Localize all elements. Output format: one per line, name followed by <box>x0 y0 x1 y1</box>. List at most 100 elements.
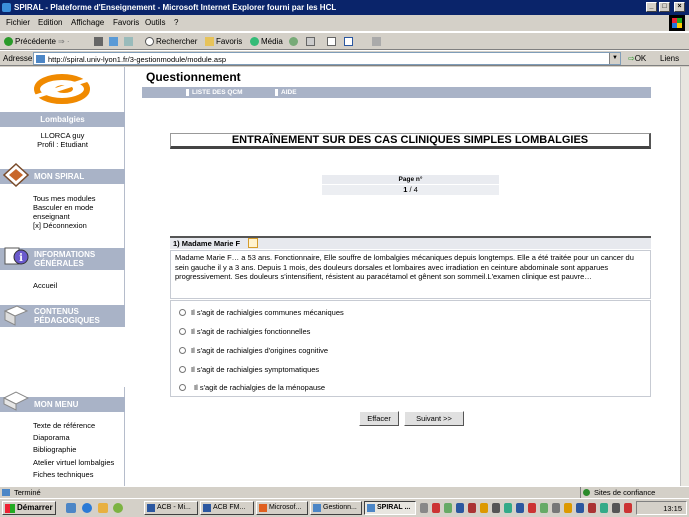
tray-icon[interactable] <box>480 503 488 513</box>
address-url[interactable]: http://spiral.univ-lyon1.fr/3-gestionmod… <box>48 55 226 64</box>
diamond-icon <box>3 163 29 187</box>
word-icon[interactable] <box>344 37 353 46</box>
search-button[interactable]: Rechercher <box>156 37 197 46</box>
word-icon <box>147 504 155 512</box>
link-accueil[interactable]: Accueil <box>33 281 57 290</box>
menu-help[interactable]: ? <box>174 18 178 27</box>
status-text: Terminé <box>14 488 41 497</box>
go-button[interactable]: ⇨OK <box>628 54 646 63</box>
tray-icon[interactable] <box>588 503 596 513</box>
question-text: Madame Marie F… a 53 ans. Fonctionnaire,… <box>170 250 651 299</box>
close-button[interactable]: × <box>674 2 685 12</box>
folder-icon[interactable] <box>98 503 108 513</box>
tray-icon[interactable] <box>468 503 476 513</box>
tray-icon[interactable] <box>528 503 536 513</box>
mail-icon[interactable] <box>306 37 315 46</box>
menu-favoris[interactable]: Favoris <box>113 18 139 27</box>
favorites-button[interactable]: Favoris <box>216 37 242 46</box>
ie-quicklaunch-icon[interactable] <box>66 503 76 513</box>
task-microsoft[interactable]: Microsof... <box>256 501 308 515</box>
nav-separator <box>275 89 278 96</box>
menu-affichage[interactable]: Affichage <box>71 18 104 27</box>
radio-button[interactable] <box>179 328 186 335</box>
section-contenus-line2: PÉDAGOGIQUES <box>34 316 100 325</box>
address-input[interactable]: http://spiral.univ-lyon1.fr/3-gestionmod… <box>33 52 621 65</box>
tray-icon[interactable] <box>456 503 464 513</box>
answer-list: Il s'agit de rachialgies communes mécani… <box>170 300 651 397</box>
favorites-icon[interactable] <box>205 37 214 46</box>
radio-button[interactable] <box>179 309 186 316</box>
taskbar: Démarrer ACB - Mi... ACB FM... Microsof.… <box>0 498 689 517</box>
svg-text:i: i <box>19 253 23 264</box>
stop-icon[interactable] <box>94 37 103 46</box>
maximize-button[interactable]: □ <box>659 2 670 12</box>
tray-icon[interactable] <box>492 503 500 513</box>
tray-icon[interactable] <box>504 503 512 513</box>
vertical-scrollbar[interactable] <box>680 67 689 486</box>
menu-fichier[interactable]: Fichier <box>6 18 30 27</box>
minimize-button[interactable]: _ <box>646 2 657 12</box>
media-quicklaunch-icon[interactable] <box>113 503 123 513</box>
answer-option[interactable]: Il s'agit de rachialgies communes mécani… <box>179 308 344 318</box>
menu-outils[interactable]: Outils <box>145 18 165 27</box>
tray-icon[interactable] <box>564 503 572 513</box>
answer-option[interactable]: Il s'agit de rachialgies symptomatiques <box>179 365 319 375</box>
print-icon[interactable] <box>327 37 336 46</box>
task-acb-mi[interactable]: ACB - Mi... <box>144 501 198 515</box>
tray-icon[interactable] <box>444 503 452 513</box>
task-gestionn[interactable]: Gestionn... <box>310 501 362 515</box>
link-tous-mes-modules[interactable]: Tous mes modules <box>33 194 96 203</box>
refresh-icon[interactable] <box>109 37 118 46</box>
nav-separator <box>186 89 189 96</box>
tray-icon[interactable] <box>612 503 620 513</box>
link-atelier-virtuel[interactable]: Atelier virtuel lombalgies <box>33 458 114 467</box>
chevron-down-icon[interactable]: ▼ <box>609 53 620 64</box>
ie-icon <box>367 504 375 512</box>
nav-aide[interactable]: AIDE <box>281 89 297 96</box>
section-mon-spiral: MON SPIRAL <box>0 163 125 187</box>
history-icon[interactable] <box>289 37 298 46</box>
back-arrow-icon[interactable] <box>4 37 13 46</box>
link-basculer[interactable]: Basculer en mode enseignant <box>33 203 123 221</box>
answer-option[interactable]: Il s'agit de rachialgies d'origines cogn… <box>179 346 328 356</box>
tray-icon[interactable] <box>516 503 524 513</box>
tray-icon[interactable] <box>552 503 560 513</box>
ie-icon <box>313 504 321 512</box>
next-button[interactable]: Suivant >> <box>404 411 464 426</box>
tray-icon[interactable] <box>432 503 440 513</box>
tray-icon[interactable] <box>420 503 428 513</box>
task-spiral[interactable]: SPIRAL ... <box>364 501 416 515</box>
links-button[interactable]: Liens <box>660 54 679 63</box>
radio-button[interactable] <box>179 384 186 391</box>
window-title: SPIRAL - Plateforme d'Enseignement - Mic… <box>14 3 337 12</box>
back-button[interactable]: Précédente <box>15 37 56 46</box>
media-button[interactable]: Média <box>261 37 283 46</box>
answer-option[interactable]: Il s'agit de rachialgies fonctionnelles <box>179 327 310 337</box>
edit-icon[interactable] <box>248 238 258 248</box>
media-icon[interactable] <box>250 37 259 46</box>
link-bibliographie[interactable]: Bibliographie <box>33 445 76 454</box>
outlook-icon[interactable] <box>82 503 92 513</box>
discuss-icon[interactable] <box>372 37 381 46</box>
link-diaporama[interactable]: Diaporama <box>33 433 70 442</box>
tray-icon[interactable] <box>576 503 584 513</box>
radio-button[interactable] <box>179 347 186 354</box>
link-fiches-techniques[interactable]: Fiches techniques <box>33 470 93 479</box>
start-button[interactable]: Démarrer <box>2 501 56 515</box>
tray-icon[interactable] <box>600 503 608 513</box>
tray-icon[interactable] <box>624 503 632 513</box>
clear-button[interactable]: Effacer <box>359 411 399 426</box>
nav-liste-qcm[interactable]: LISTE DES QCM <box>192 89 243 96</box>
forward-arrow-icon[interactable]: ⇒ · <box>58 37 70 46</box>
radio-button[interactable] <box>179 366 186 373</box>
task-acb-fm[interactable]: ACB FM... <box>200 501 254 515</box>
link-texte-reference[interactable]: Texte de référence <box>33 421 95 430</box>
home-icon[interactable] <box>124 37 133 46</box>
link-deconnexion[interactable]: [x] Déconnexion <box>33 221 87 230</box>
search-icon[interactable] <box>145 37 154 46</box>
menu-edition[interactable]: Edition <box>38 18 62 27</box>
clock[interactable]: 13:15 <box>663 504 682 513</box>
tray-icon[interactable] <box>540 503 548 513</box>
answer-option[interactable]: Il s'agit de rachialgies de la ménopause <box>179 383 325 393</box>
toolbar: Précédente ⇒ · Rechercher Favoris Média <box>0 32 689 50</box>
